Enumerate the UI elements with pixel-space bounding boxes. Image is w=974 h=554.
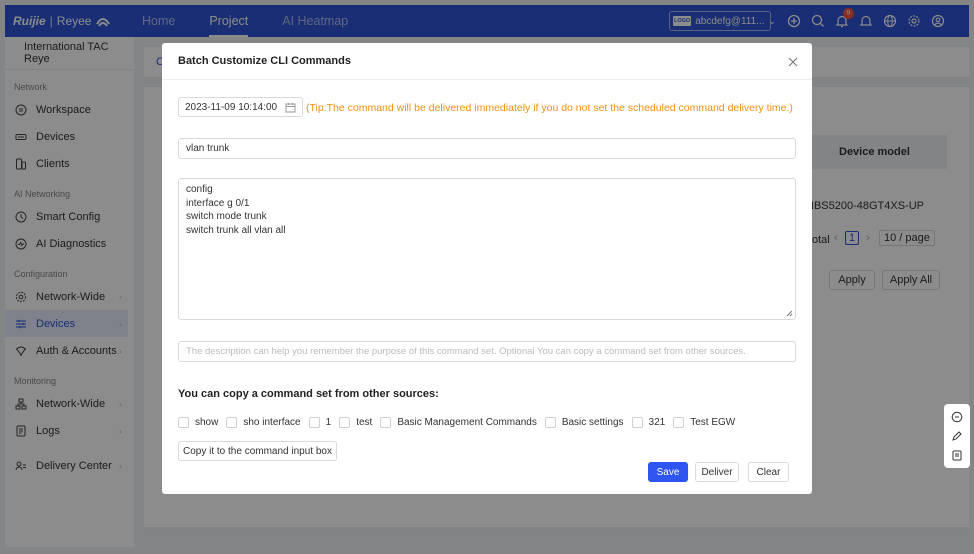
checkbox-box[interactable] bbox=[544, 417, 556, 428]
deliver-button[interactable]: Deliver bbox=[695, 462, 739, 482]
chat-icon[interactable] bbox=[951, 411, 963, 423]
datetime-value: 2023-11-09 10:14:00 bbox=[185, 101, 278, 113]
checkbox-box[interactable] bbox=[380, 417, 392, 428]
command-set-name-input[interactable] bbox=[178, 138, 796, 159]
floating-help-panel bbox=[944, 404, 970, 468]
checkbox-label: sho interface bbox=[243, 417, 301, 428]
source-checkbox-group: show sho interface 1 test Basic Manageme… bbox=[178, 417, 743, 428]
command-line: interface g 0/1 bbox=[186, 197, 250, 209]
checkbox-label: Test EGW bbox=[690, 417, 736, 428]
description-input[interactable]: The description can help you remember th… bbox=[178, 341, 796, 362]
resize-handle-icon[interactable] bbox=[786, 310, 793, 317]
edit-icon[interactable] bbox=[951, 430, 963, 442]
batch-cli-dialog: Batch Customize CLI Commands 2023-11-09 … bbox=[162, 43, 812, 494]
checkbox-box[interactable] bbox=[673, 417, 685, 428]
copy-section-title: You can copy a command set from other so… bbox=[178, 388, 439, 400]
checkbox-label: show bbox=[195, 417, 219, 428]
checkbox-box[interactable] bbox=[308, 417, 320, 428]
source-checkbox[interactable]: Basic settings bbox=[544, 417, 624, 428]
source-checkbox[interactable]: show bbox=[178, 417, 218, 428]
source-checkbox[interactable]: sho interface bbox=[226, 417, 301, 428]
checkbox-box[interactable] bbox=[178, 417, 189, 428]
copy-to-input-button[interactable]: Copy it to the command input box bbox=[178, 441, 337, 461]
clipboard-icon[interactable] bbox=[951, 449, 963, 461]
source-checkbox[interactable]: 1 bbox=[308, 417, 332, 428]
checkbox-label: test bbox=[356, 417, 373, 428]
source-checkbox[interactable]: 321 bbox=[631, 417, 666, 428]
source-checkbox[interactable]: test bbox=[339, 417, 372, 428]
source-checkbox[interactable]: Test EGW bbox=[673, 417, 735, 428]
schedule-tip: (Tip:The command will be delivered immed… bbox=[306, 102, 793, 114]
schedule-datetime-picker[interactable]: 2023-11-09 10:14:00 bbox=[178, 97, 303, 117]
dialog-divider bbox=[162, 79, 812, 80]
command-line: switch mode trunk bbox=[186, 211, 267, 222]
close-icon[interactable] bbox=[786, 55, 800, 69]
checkbox-label: 321 bbox=[648, 417, 666, 428]
checkbox-box[interactable] bbox=[631, 417, 643, 428]
checkbox-box[interactable] bbox=[339, 417, 351, 428]
checkbox-label: Basic Management Commands bbox=[397, 417, 537, 428]
command-line: config bbox=[186, 184, 213, 195]
source-checkbox[interactable]: Basic Management Commands bbox=[380, 417, 537, 428]
save-button[interactable]: Save bbox=[648, 462, 688, 482]
checkbox-label: 1 bbox=[325, 417, 332, 428]
command-line: switch trunk all vlan all bbox=[186, 224, 286, 236]
command-textarea[interactable]: config interface g 0/1 switch mode trunk… bbox=[178, 178, 796, 320]
checkbox-box[interactable] bbox=[226, 417, 238, 428]
clear-button[interactable]: Clear bbox=[748, 462, 789, 482]
dialog-title: Batch Customize CLI Commands bbox=[178, 55, 351, 67]
calendar-icon bbox=[285, 103, 296, 113]
checkbox-label: Basic settings bbox=[561, 417, 624, 428]
